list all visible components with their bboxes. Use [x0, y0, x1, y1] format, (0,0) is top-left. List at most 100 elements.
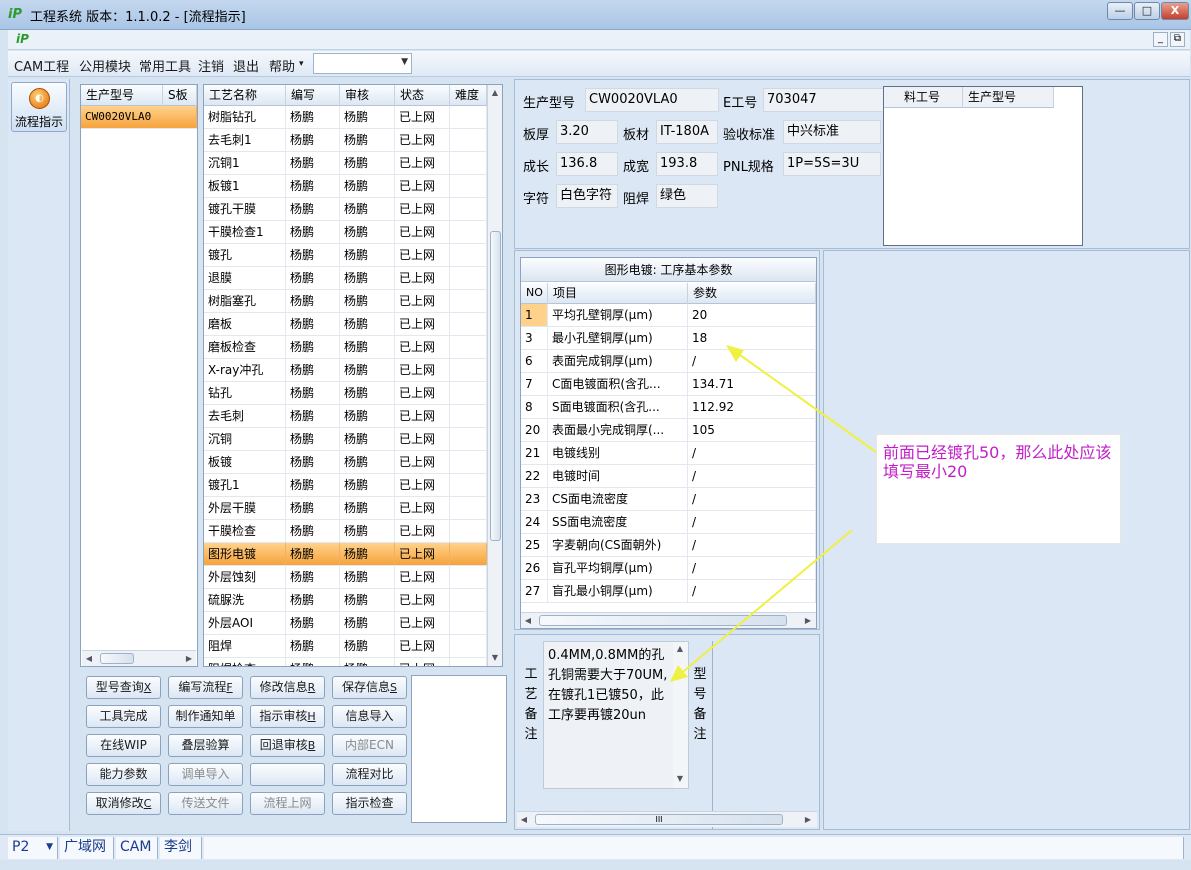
action-button-4-2[interactable]: 流程上网: [250, 792, 325, 815]
table-row[interactable]: 镀孔 杨鹏 杨鹏 已上网: [204, 244, 487, 267]
table-row[interactable]: 板镀 杨鹏 杨鹏 已上网: [204, 451, 487, 474]
length-field[interactable]: 136.8: [556, 152, 618, 176]
standard-field[interactable]: 中兴标准: [783, 120, 881, 144]
table-row[interactable]: 去毛刺 杨鹏 杨鹏 已上网: [204, 405, 487, 428]
table-row[interactable]: 25 字麦朝向(CS面朝外) /: [521, 534, 816, 557]
table-row[interactable]: 图形电镀 杨鹏 杨鹏 已上网: [204, 543, 487, 566]
col-difficulty[interactable]: 难度: [450, 85, 487, 106]
scroll-right-icon[interactable]: ▶: [182, 654, 196, 663]
model-field[interactable]: CW0020VLA0: [585, 88, 719, 112]
action-button-3-1[interactable]: 调单导入: [168, 763, 243, 786]
action-button-1-0[interactable]: 工具完成: [86, 705, 161, 728]
table-row[interactable]: 1 平均孔壁铜厚(μm) 20: [521, 304, 816, 327]
col-no[interactable]: NO: [521, 283, 548, 304]
table-row[interactable]: 板镀1 杨鹏 杨鹏 已上网: [204, 175, 487, 198]
action-button-2-0[interactable]: 在线WIP: [86, 734, 161, 757]
thickness-field[interactable]: 3.20: [556, 120, 618, 144]
blank-list-box[interactable]: [411, 675, 507, 823]
close-button[interactable]: X: [1161, 2, 1189, 20]
status-p2-dropdown[interactable]: P2 ▼: [8, 837, 58, 859]
action-button-2-3[interactable]: 内部ECN: [332, 734, 407, 757]
scroll-up-icon[interactable]: ▲: [673, 644, 687, 653]
col-model[interactable]: 生产型号: [81, 85, 163, 106]
action-button-3-3[interactable]: 流程对比: [332, 763, 407, 786]
col-material-no[interactable]: 料工号: [884, 87, 963, 108]
table-row[interactable]: 阻焊检查杨鹏杨鹏已上网: [204, 658, 487, 666]
process-remark-textarea[interactable]: 0.4MM,0.8MM的孔孔铜需要大于70UM,在镀孔1已镀50，此工序要再镀2…: [543, 641, 689, 789]
table-row[interactable]: 外层蚀刻 杨鹏 杨鹏 已上网: [204, 566, 487, 589]
table-row[interactable]: 退膜 杨鹏 杨鹏 已上网: [204, 267, 487, 290]
table-row[interactable]: 26 盲孔平均铜厚(μm) /: [521, 557, 816, 580]
width-field[interactable]: 193.8: [656, 152, 718, 176]
chevron-down-icon[interactable]: ▼: [46, 837, 53, 857]
model-remark-textarea[interactable]: [712, 641, 818, 829]
action-button-1-3[interactable]: 信息导入: [332, 705, 407, 728]
material-field[interactable]: IT-180A: [656, 120, 718, 144]
action-button-1-2[interactable]: 指示审核H: [250, 705, 325, 728]
table-row[interactable]: 去毛刺1 杨鹏 杨鹏 已上网: [204, 129, 487, 152]
scroll-down-icon[interactable]: ▼: [673, 774, 687, 783]
table-row[interactable]: CW0020VLA0: [81, 106, 197, 129]
table-row[interactable]: 沉铜 杨鹏 杨鹏 已上网: [204, 428, 487, 451]
table-row[interactable]: 21 电镀线别 /: [521, 442, 816, 465]
scroll-thumb[interactable]: III: [535, 814, 783, 825]
pnl-field[interactable]: 1P=5S=3U: [783, 152, 881, 176]
table-row[interactable]: 阻焊 杨鹏 杨鹏 已上网: [204, 635, 487, 658]
menu-help[interactable]: 帮助: [269, 56, 295, 75]
menu-logout[interactable]: 注销: [198, 56, 224, 75]
process-vertical-scrollbar[interactable]: ▲ ▼: [487, 85, 502, 666]
material-number-table[interactable]: 料工号 生产型号: [883, 86, 1083, 246]
table-row[interactable]: 沉铜1 杨鹏 杨鹏 已上网: [204, 152, 487, 175]
table-row[interactable]: 6 表面完成铜厚(μm) /: [521, 350, 816, 373]
table-row[interactable]: 27 盲孔最小铜厚(μm) /: [521, 580, 816, 603]
scroll-right-icon[interactable]: ▶: [801, 815, 815, 824]
table-row[interactable]: 23 CS面电流密度 /: [521, 488, 816, 511]
action-button-2-1[interactable]: 叠层验算: [168, 734, 243, 757]
table-row[interactable]: 镀孔干膜 杨鹏 杨鹏 已上网: [204, 198, 487, 221]
action-button-4-1[interactable]: 传送文件: [168, 792, 243, 815]
table-row[interactable]: 磨板检查 杨鹏 杨鹏 已上网: [204, 336, 487, 359]
table-row[interactable]: 镀孔1 杨鹏 杨鹏 已上网: [204, 474, 487, 497]
action-button-4-3[interactable]: 指示检查: [332, 792, 407, 815]
action-button-3-0[interactable]: 能力参数: [86, 763, 161, 786]
scroll-up-icon[interactable]: ▲: [488, 88, 502, 97]
solder-mask-field[interactable]: 绿色: [656, 184, 718, 208]
table-row[interactable]: 干膜检查 杨鹏 杨鹏 已上网: [204, 520, 487, 543]
scroll-thumb[interactable]: [490, 231, 501, 541]
product-horizontal-scrollbar[interactable]: ◀ ▶: [82, 650, 196, 666]
minimize-button[interactable]: —: [1107, 2, 1133, 20]
col-process-name[interactable]: 工艺名称: [204, 85, 286, 106]
action-button-1-1[interactable]: 制作通知单: [168, 705, 243, 728]
menu-common-module[interactable]: 公用模块: [79, 56, 131, 75]
table-row[interactable]: 24 SS面电流密度 /: [521, 511, 816, 534]
scroll-thumb[interactable]: [539, 615, 787, 626]
col-sub-model[interactable]: 生产型号: [963, 87, 1054, 108]
help-dropdown-icon[interactable]: ▾: [299, 59, 304, 69]
col-param[interactable]: 参数: [688, 283, 816, 304]
menu-tools[interactable]: 常用工具: [139, 56, 191, 75]
col-status[interactable]: 状态: [395, 85, 450, 106]
menu-cam[interactable]: CAM工程: [14, 56, 69, 75]
table-row[interactable]: 磨板 杨鹏 杨鹏 已上网: [204, 313, 487, 336]
action-button-2-2[interactable]: 回退审核B: [250, 734, 325, 757]
table-row[interactable]: 干膜检查1 杨鹏 杨鹏 已上网: [204, 221, 487, 244]
action-button-0-3[interactable]: 保存信息S: [332, 676, 407, 699]
action-button-4-0[interactable]: 取消修改C: [86, 792, 161, 815]
table-row[interactable]: 7 C面电镀面积(含孔... 134.71: [521, 373, 816, 396]
table-row[interactable]: 硫脲洗 杨鹏 杨鹏 已上网: [204, 589, 487, 612]
chevron-down-icon[interactable]: ▼: [401, 57, 408, 67]
col-writer[interactable]: 编写: [286, 85, 340, 106]
scroll-right-icon[interactable]: ▶: [801, 616, 815, 625]
mdi-restore-button[interactable]: ⧉: [1170, 32, 1185, 47]
param-horizontal-scrollbar[interactable]: ◀ ▶: [521, 612, 816, 628]
menu-exit[interactable]: 退出: [233, 56, 259, 75]
menu-combo-select[interactable]: ▼: [313, 53, 412, 74]
table-row[interactable]: 20 表面最小完成铜厚(... 105: [521, 419, 816, 442]
table-row[interactable]: 外层干膜 杨鹏 杨鹏 已上网: [204, 497, 487, 520]
scroll-left-icon[interactable]: ◀: [517, 815, 531, 824]
table-row[interactable]: 钻孔 杨鹏 杨鹏 已上网: [204, 382, 487, 405]
action-button-0-2[interactable]: 修改信息R: [250, 676, 325, 699]
scroll-left-icon[interactable]: ◀: [82, 654, 96, 663]
remark-vertical-scrollbar[interactable]: ▲ ▼: [673, 642, 688, 788]
scroll-left-icon[interactable]: ◀: [521, 616, 535, 625]
